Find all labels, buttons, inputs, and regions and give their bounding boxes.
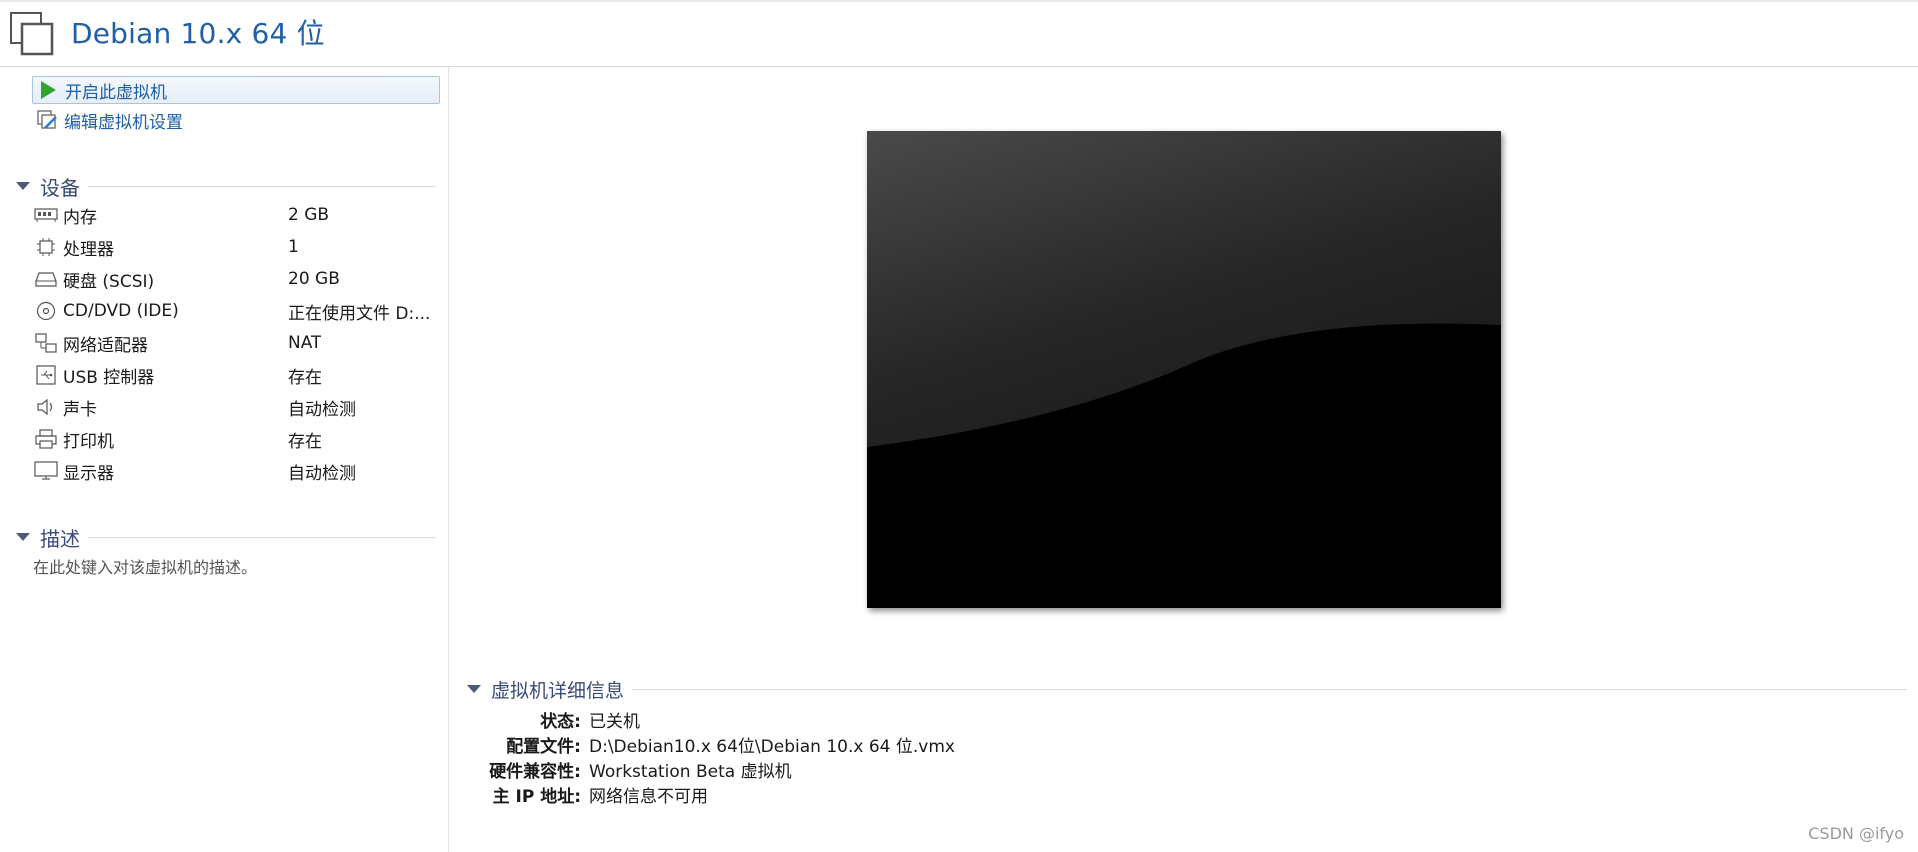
device-value: 存在 xyxy=(288,431,322,452)
network-adapter-icon xyxy=(34,332,58,354)
device-row-usb-controller[interactable]: USB 控制器 存在 xyxy=(34,361,444,389)
vm-title: Debian 10.x 64 位 xyxy=(71,17,325,50)
cpu-icon xyxy=(34,236,58,258)
device-row-cd-dvd[interactable]: CD/DVD (IDE) 正在使用文件 D:... xyxy=(34,297,444,325)
collapse-arrow-icon xyxy=(16,182,30,190)
section-divider xyxy=(88,185,436,187)
device-row-memory[interactable]: 内存 2 GB xyxy=(34,201,444,229)
detail-key: 硬件兼容性: xyxy=(489,762,581,782)
detail-key: 状态: xyxy=(540,712,581,732)
devices-section-header[interactable]: 设备 xyxy=(16,173,436,200)
vm-details-section-label: 虚拟机详细信息 xyxy=(491,679,625,702)
detail-value: Workstation Beta 虚拟机 xyxy=(589,762,792,782)
devices-section-label: 设备 xyxy=(40,175,80,200)
section-divider xyxy=(88,536,436,538)
detail-row-hardware-compatibility: 硬件兼容性: Workstation Beta 虚拟机 xyxy=(467,757,1467,782)
device-name: 打印机 xyxy=(63,431,114,452)
device-value: 正在使用文件 D:... xyxy=(288,303,431,324)
cd-dvd-icon xyxy=(34,300,58,322)
device-name: 显示器 xyxy=(63,463,114,484)
preview-gloss-image xyxy=(867,131,1501,608)
watermark-text: CSDN @ifyo xyxy=(1808,824,1904,843)
top-divider xyxy=(0,0,1918,2)
device-row-harddisk[interactable]: 硬盘 (SCSI) 20 GB xyxy=(34,265,444,293)
device-value: 1 xyxy=(288,237,299,257)
detail-key: 配置文件: xyxy=(506,737,581,757)
detail-row-status: 状态: 已关机 xyxy=(467,707,1467,732)
device-row-printer[interactable]: 打印机 存在 xyxy=(34,425,444,453)
memory-icon xyxy=(34,204,58,226)
vm-header: Debian 10.x 64 位 xyxy=(0,0,1918,67)
detail-value: 网络信息不可用 xyxy=(589,787,708,807)
sound-icon xyxy=(34,396,58,418)
collapse-arrow-icon xyxy=(467,685,481,693)
display-icon xyxy=(34,460,58,482)
detail-row-ip-address: 主 IP 地址: 网络信息不可用 xyxy=(467,782,1467,807)
device-value: NAT xyxy=(288,333,322,353)
virtual-machine-icon xyxy=(10,12,54,56)
description-section-header[interactable]: 描述 xyxy=(16,524,436,551)
device-name: USB 控制器 xyxy=(63,367,155,388)
device-name: 网络适配器 xyxy=(63,335,148,356)
vm-screen-preview[interactable] xyxy=(867,131,1501,608)
usb-icon xyxy=(34,364,58,386)
description-section-label: 描述 xyxy=(40,526,80,551)
device-row-sound-card[interactable]: 声卡 自动检测 xyxy=(34,393,444,421)
device-value: 自动检测 xyxy=(288,463,356,484)
device-name: 硬盘 (SCSI) xyxy=(63,271,155,292)
detail-key: 主 IP 地址: xyxy=(492,787,581,807)
start-vm-button[interactable]: 开启此虚拟机 xyxy=(32,76,440,104)
section-divider xyxy=(632,688,1907,690)
left-panel: 开启此虚拟机 编辑虚拟机设置 设备 内存 2 GB 处理器 1 硬盘 (SCSI… xyxy=(0,67,449,852)
detail-value: D:\Debian10.x 64位\Debian 10.x 64 位.vmx xyxy=(589,737,955,757)
detail-value: 已关机 xyxy=(589,712,640,732)
detail-row-config-file: 配置文件: D:\Debian10.x 64位\Debian 10.x 64 位… xyxy=(467,732,1467,757)
device-row-display[interactable]: 显示器 自动检测 xyxy=(34,457,444,485)
device-value: 存在 xyxy=(288,367,322,388)
printer-icon xyxy=(34,428,58,450)
edit-vm-settings-label: 编辑虚拟机设置 xyxy=(64,112,183,133)
device-value: 自动检测 xyxy=(288,399,356,420)
collapse-arrow-icon xyxy=(16,533,30,541)
play-icon xyxy=(37,79,59,101)
device-value: 20 GB xyxy=(288,269,340,289)
vm-details-section-header[interactable]: 虚拟机详细信息 xyxy=(467,676,1907,702)
device-row-network-adapter[interactable]: 网络适配器 NAT xyxy=(34,329,444,357)
device-value: 2 GB xyxy=(288,205,330,225)
device-name: CD/DVD (IDE) xyxy=(63,301,179,321)
edit-vm-settings-button[interactable]: 编辑虚拟机设置 xyxy=(32,106,183,134)
start-vm-label: 开启此虚拟机 xyxy=(65,82,167,103)
description-input[interactable]: 在此处键入对该虚拟机的描述。 xyxy=(33,554,257,578)
device-row-processor[interactable]: 处理器 1 xyxy=(34,233,444,261)
device-name: 处理器 xyxy=(63,239,114,260)
edit-settings-icon xyxy=(36,109,58,131)
harddisk-icon xyxy=(34,268,58,290)
device-name: 内存 xyxy=(63,207,97,228)
device-name: 声卡 xyxy=(63,399,97,420)
